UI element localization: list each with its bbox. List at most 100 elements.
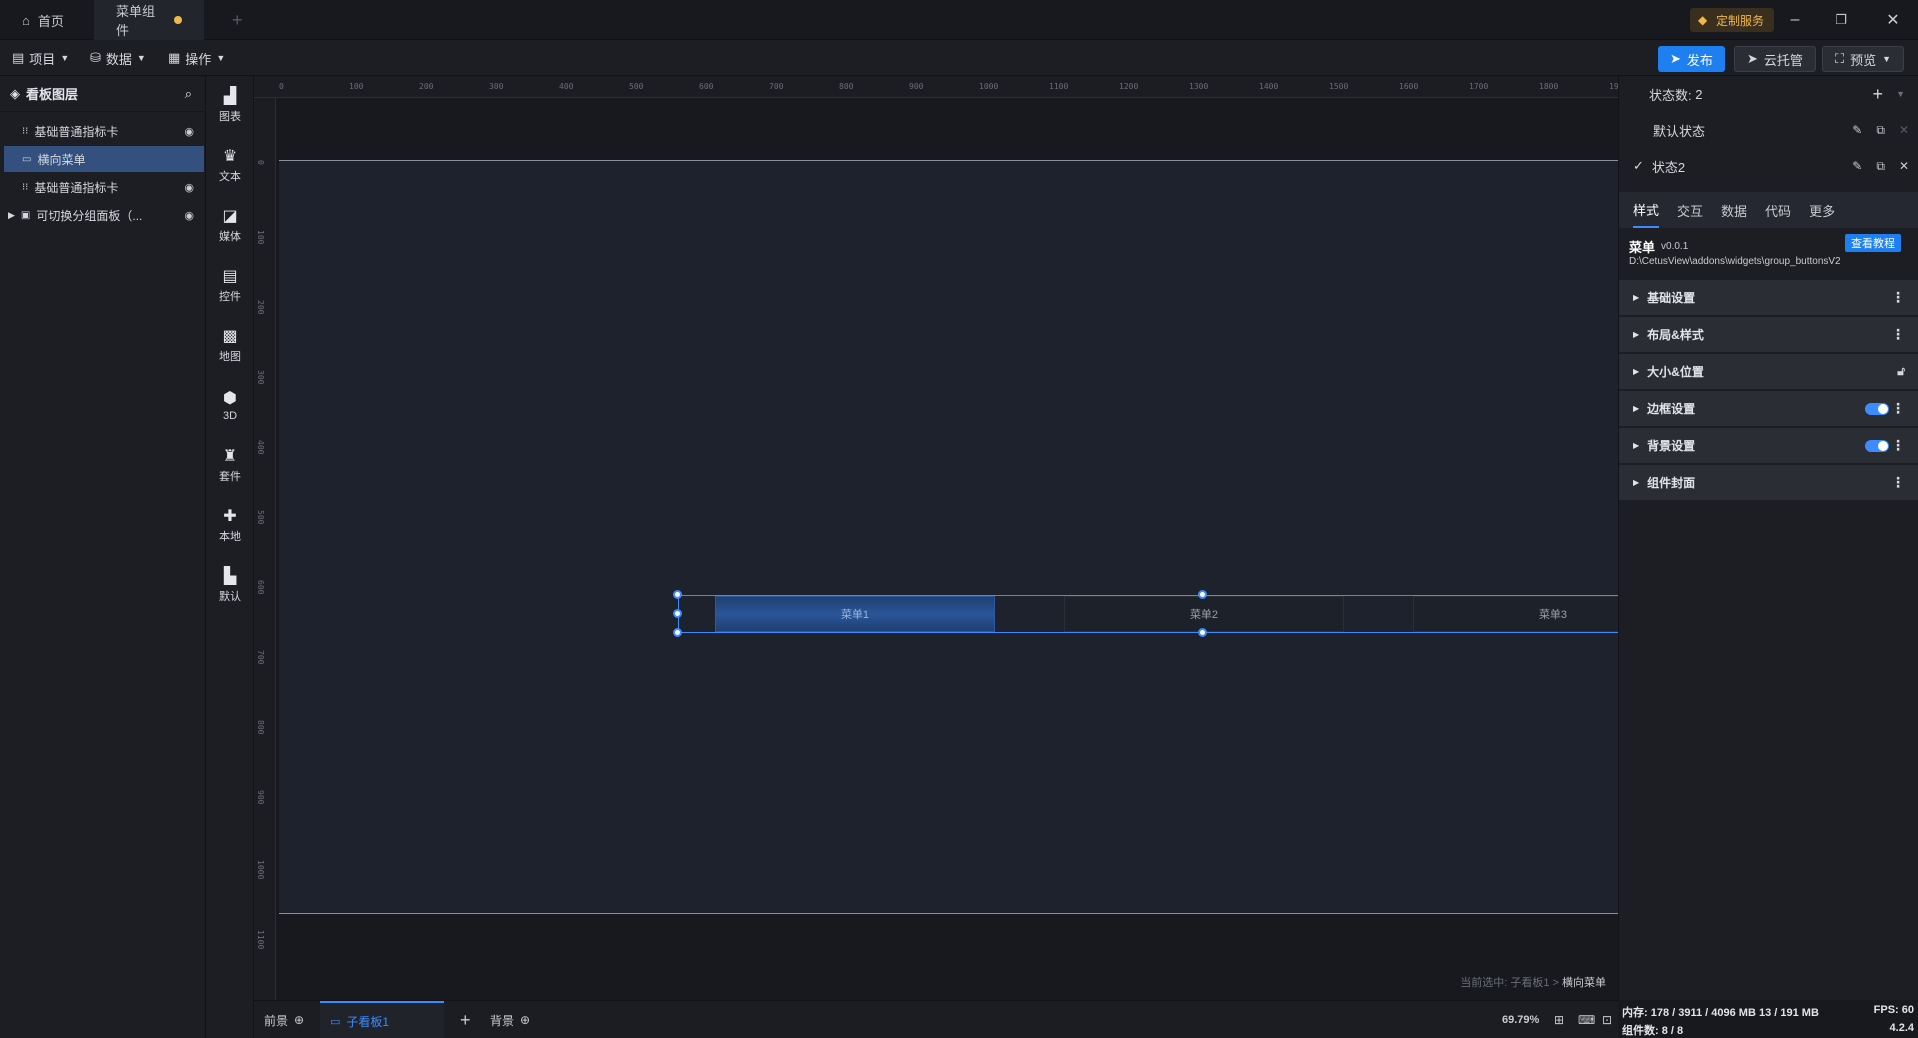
tab-more[interactable]: 更多 <box>1809 192 1835 228</box>
add-state-icon[interactable]: + <box>1872 84 1883 105</box>
state-item[interactable]: ✓ 状态2 ✎ ⧉ ✕ <box>1619 148 1918 184</box>
menu-item-1[interactable]: 菜单1 <box>715 596 995 632</box>
resize-handle-w[interactable] <box>673 609 682 618</box>
add-circle-icon[interactable]: ⊕ <box>520 1013 530 1027</box>
tab-style[interactable]: 样式 <box>1633 192 1660 228</box>
sub-board-tab[interactable]: ▭ 子看板1 <box>320 1001 444 1038</box>
copy-icon[interactable]: ⧉ <box>1876 159 1885 174</box>
ruler-tick-label: 700 <box>256 650 265 665</box>
restore-button[interactable]: ❐ <box>1818 0 1864 40</box>
tab-menu-component[interactable]: 菜单组件 <box>94 0 204 40</box>
tab-code[interactable]: 代码 <box>1765 192 1791 228</box>
delete-icon[interactable]: ✕ <box>1899 123 1909 138</box>
section-component-cover[interactable]: ▶ 组件封面 ⋮ <box>1619 465 1918 501</box>
add-board-button[interactable]: + <box>450 1001 481 1038</box>
category-media[interactable]: ◪ 媒体 <box>206 198 254 254</box>
cube-icon: ⬢ <box>223 390 237 407</box>
category-control[interactable]: ▤ 控件 <box>206 258 254 314</box>
layer-item[interactable]: ▭ 横向菜单 <box>4 146 204 172</box>
search-icon[interactable]: ⌕ <box>185 86 192 102</box>
ruler-tick-label: 1000 <box>256 860 265 880</box>
kebab-menu-icon[interactable]: ⋮ <box>1891 289 1905 306</box>
eye-icon[interactable]: ◉ <box>184 209 194 222</box>
preview-button[interactable]: ⛶ 预览 ▼ <box>1822 46 1905 72</box>
canvas-area[interactable]: 0 100 200 300 400 500 600 700 800 900 1000 1100 1200… <box>254 76 1732 1000</box>
operation-menu[interactable]: ▦ 操作 ▼ <box>168 46 225 70</box>
zoom-level[interactable]: 69.79% <box>1492 1001 1549 1038</box>
layer-item[interactable]: ⁝⁝ 基础普通指标卡 ◉ <box>4 118 204 144</box>
view-tutorial-button[interactable]: 查看教程 <box>1845 234 1901 252</box>
custom-service-button[interactable]: ◆ 定制服务 <box>1690 8 1775 32</box>
layer-item[interactable]: ⁝⁝ 基础普通指标卡 ◉ <box>4 174 204 200</box>
menu-item-label: 菜单3 <box>1538 609 1568 621</box>
section-basic-settings[interactable]: ▶ 基础设置 ⋮ <box>1619 280 1918 316</box>
board-screen[interactable] <box>279 160 1618 914</box>
ruler-tick-label: 1700 <box>1469 82 1489 91</box>
add-circle-icon[interactable]: ⊕ <box>294 1013 304 1027</box>
border-toggle[interactable] <box>1865 402 1889 415</box>
resize-handle-n[interactable] <box>1198 590 1207 599</box>
widget-path: D:\CetusView\addons\widgets\group_button… <box>1629 256 1841 267</box>
foreground-label: 前景 <box>264 1013 289 1028</box>
restore-icon: ❐ <box>1835 12 1847 27</box>
copy-icon[interactable]: ⧉ <box>1876 123 1885 138</box>
resize-handle-sw[interactable] <box>673 628 682 637</box>
kebab-menu-icon[interactable]: ⋮ <box>1891 437 1905 454</box>
kebab-menu-icon[interactable]: ⋮ <box>1891 400 1905 417</box>
category-map[interactable]: ▩ 地图 <box>206 318 254 374</box>
section-background-settings[interactable]: ▶ 背景设置 ⋮ <box>1619 428 1918 464</box>
eye-icon[interactable]: ◉ <box>184 181 194 194</box>
layer-item[interactable]: ▶ ▣ 可切换分组面板（... ◉ <box>4 202 204 228</box>
ruler-tick-label: 700 <box>769 82 784 91</box>
new-tab-button[interactable]: + <box>210 0 254 40</box>
background-layer-tab[interactable]: 背景 ⊕ <box>480 1001 540 1038</box>
section-layout-style[interactable]: ▶ 布局&样式 ⋮ <box>1619 317 1918 353</box>
section-size-position[interactable]: ▶ 大小&位置 🔓︎ <box>1619 354 1918 390</box>
minimize-button[interactable]: – <box>1772 0 1818 40</box>
eye-icon[interactable]: ◉ <box>184 125 194 138</box>
kebab-menu-icon[interactable]: ⋮ <box>1891 474 1905 491</box>
ruler-tick-label: 0 <box>279 82 284 91</box>
category-kit[interactable]: ♜ 套件 <box>206 438 254 494</box>
edit-icon[interactable]: ✎ <box>1852 159 1862 174</box>
section-label: 大小&位置 <box>1647 365 1704 379</box>
caret-right-icon: ▶ <box>1633 441 1640 450</box>
state-item[interactable]: 默认状态 ✎ ⧉ ✕ <box>1619 112 1918 148</box>
caret-right-icon[interactable]: ▶ <box>8 210 15 221</box>
publish-button[interactable]: ➤ 发布 <box>1658 46 1725 72</box>
menu-item-2[interactable]: 菜单2 <box>1064 596 1344 632</box>
category-local[interactable]: ✚ 本地 <box>206 498 254 554</box>
menu-item-label: 菜单1 <box>840 609 870 621</box>
caret-right-icon: ▶ <box>1633 478 1640 487</box>
kebab-menu-icon[interactable]: ⋮ <box>1891 326 1905 343</box>
category-text[interactable]: ♛ 文本 <box>206 138 254 194</box>
tab-label: 代码 <box>1765 203 1792 219</box>
bar-chart-icon: ▟ <box>223 88 237 105</box>
resize-handle-nw[interactable] <box>673 590 682 599</box>
data-menu[interactable]: ⛁ 数据 ▼ <box>90 46 146 70</box>
category-default[interactable]: ▙ 默认 <box>206 558 254 614</box>
resize-handle-s[interactable] <box>1198 628 1207 637</box>
lock-icon[interactable]: 🔓︎ <box>1897 364 1905 379</box>
foreground-layer-tab[interactable]: 前景 ⊕ <box>254 1001 314 1038</box>
category-label: 文本 <box>219 171 241 183</box>
category-3d[interactable]: ⬢ 3D <box>206 378 254 434</box>
category-label: 套件 <box>219 471 241 483</box>
tab-data[interactable]: 数据 <box>1721 192 1747 228</box>
tab-home[interactable]: ⌂ 首页 <box>0 0 94 40</box>
delete-icon[interactable]: ✕ <box>1899 159 1909 174</box>
edit-icon[interactable]: ✎ <box>1852 123 1862 138</box>
selection-current: 横向菜单 <box>1562 977 1606 989</box>
project-menu[interactable]: ▤ 项目 ▼ <box>12 46 69 70</box>
chevron-down-icon[interactable]: ▼ <box>1896 89 1905 99</box>
tab-interaction[interactable]: 交互 <box>1677 192 1703 228</box>
cloud-host-button[interactable]: ➤ 云托管 <box>1734 46 1816 72</box>
ruler-tick-label: 100 <box>256 230 265 245</box>
category-chart[interactable]: ▟ 图表 <box>206 78 254 134</box>
layers-title: 看板图层 <box>26 87 79 102</box>
close-button[interactable]: ✕ <box>1870 0 1916 40</box>
category-label: 3D <box>222 410 238 422</box>
background-toggle[interactable] <box>1865 439 1889 452</box>
layers-panel: ◈ 看板图层 ⌕ ⁝⁝ 基础普通指标卡 ◉ ▭ 横向菜单 ⁝⁝ 基础普通指标卡 … <box>0 76 206 1038</box>
section-border-settings[interactable]: ▶ 边框设置 ⋮ <box>1619 391 1918 427</box>
